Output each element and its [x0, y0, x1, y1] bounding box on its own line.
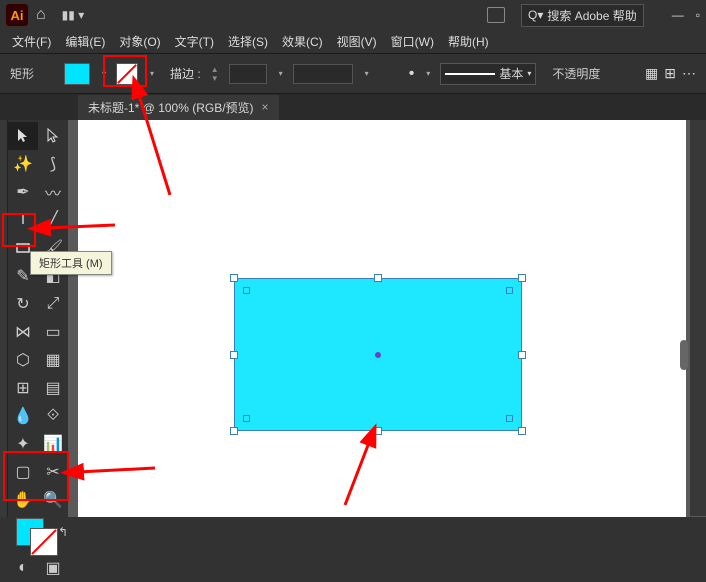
main-area: ✨⟆ ✒〰 T╱ 🖌 ✎◧ ↻⤢ ⋈▭ ⬡▦ ⊞▤ 💧⟐ ✦📊 ▢✂ ✋🔍 ↰ … — [0, 120, 706, 517]
transform-panel-icon[interactable]: ⊞ — [664, 65, 676, 82]
search-box[interactable]: Q▾ 搜索 Adobe 帮助 — [521, 4, 644, 27]
scale-tool[interactable]: ⤢ — [38, 290, 68, 318]
brush-dot-icon[interactable]: • — [409, 65, 415, 83]
brush-dropdown-icon[interactable]: ▾ — [426, 69, 430, 78]
lasso-tool[interactable]: ⟆ — [38, 150, 68, 178]
graphic-style-dropdown[interactable]: 基本 ▾ — [440, 63, 536, 85]
toolbox: ✨⟆ ✒〰 T╱ 🖌 ✎◧ ↻⤢ ⋈▭ ⬡▦ ⊞▤ 💧⟐ ✦📊 ▢✂ ✋🔍 ↰ … — [8, 120, 68, 517]
corner-widget[interactable] — [243, 287, 250, 294]
menu-type[interactable]: 文字(T) — [169, 31, 220, 52]
menu-view[interactable]: 视图(V) — [331, 31, 383, 52]
corner-widget[interactable] — [243, 415, 250, 422]
zoom-tool[interactable]: 🔍 — [38, 486, 68, 514]
app-logo-icon: Ai — [6, 4, 28, 26]
menu-bar: 文件(F) 编辑(E) 对象(O) 文字(T) 选择(S) 效果(C) 视图(V… — [0, 30, 706, 54]
stroke-stepper-icon[interactable]: ▲▼ — [211, 65, 219, 83]
selection-handle[interactable] — [230, 427, 238, 435]
document-tab-label: 未标题-1* @ 100% (RGB/预览) — [88, 99, 254, 116]
line-tool[interactable]: ╱ — [38, 206, 68, 234]
curvature-tool[interactable]: 〰 — [38, 178, 68, 206]
magic-wand-tool[interactable]: ✨ — [8, 150, 38, 178]
selection-handle[interactable] — [374, 274, 382, 282]
home-icon[interactable]: ⌂ — [36, 6, 46, 24]
stroke-style-dropdown-icon[interactable]: ▾ — [365, 69, 369, 78]
stroke-label: 描边 : — [170, 65, 201, 82]
stroke-color-swatch[interactable] — [116, 63, 138, 85]
fill-dropdown-icon[interactable]: ▾ — [102, 69, 106, 78]
selection-tool[interactable] — [8, 122, 38, 150]
menu-object[interactable]: 对象(O) — [113, 31, 166, 52]
minimize-icon[interactable]: — — [672, 8, 684, 22]
stroke-dropdown-icon[interactable]: ▾ — [150, 69, 154, 78]
graph-tool[interactable]: 📊 — [38, 430, 68, 458]
scrollbar-thumb[interactable] — [680, 340, 688, 370]
tool-tooltip: 矩形工具 (M) — [30, 251, 112, 275]
selection-type-label: 矩形 — [10, 65, 34, 82]
rotate-tool[interactable]: ↻ — [8, 290, 38, 318]
title-bar: Ai ⌂ ▮▮ ▾ Q▾ 搜索 Adobe 帮助 — ▫ — [0, 0, 706, 30]
control-bar: 矩形 ▾ ▾ 描边 : ▲▼ ▾ ▾ • ▾ 基本 ▾ 不透明度 ▦ ⊞ ⋯ — [0, 54, 706, 94]
artboard-tool[interactable]: ▢ — [8, 458, 38, 486]
artboard[interactable] — [78, 120, 686, 517]
window-controls: — ▫ — [672, 8, 700, 22]
selection-handle[interactable] — [518, 427, 526, 435]
menu-edit[interactable]: 编辑(E) — [59, 31, 111, 52]
right-panel-strip[interactable] — [690, 120, 706, 516]
fill-stroke-panel[interactable] — [16, 518, 58, 556]
fill-color-swatch[interactable] — [64, 63, 90, 85]
graphic-style-label: 基本 — [499, 65, 523, 82]
stroke-weight-input[interactable] — [229, 64, 267, 84]
document-tab[interactable]: 未标题-1* @ 100% (RGB/预览) × — [78, 95, 279, 120]
selection-handle[interactable] — [230, 274, 238, 282]
symbol-sprayer-tool[interactable]: ✦ — [8, 430, 38, 458]
swap-fill-stroke-icon[interactable]: ↰ — [58, 518, 68, 546]
selection-handle[interactable] — [518, 274, 526, 282]
opacity-label[interactable]: 不透明度 — [552, 65, 600, 82]
mesh-tool[interactable]: ⊞ — [8, 374, 38, 402]
stroke-weight-dropdown-icon[interactable]: ▾ — [279, 69, 283, 78]
selection-handle[interactable] — [518, 351, 526, 359]
width-tool[interactable]: ⋈ — [8, 318, 38, 346]
menu-help[interactable]: 帮助(H) — [442, 31, 495, 52]
hand-tool[interactable]: ✋ — [8, 486, 38, 514]
shape-builder-tool[interactable]: ⬡ — [8, 346, 38, 374]
maximize-icon[interactable]: ▫ — [696, 8, 700, 22]
screen-mode-icon[interactable]: ▣ — [38, 554, 68, 582]
free-transform-tool[interactable]: ▭ — [38, 318, 68, 346]
eyedropper-tool[interactable]: 💧 — [8, 402, 38, 430]
document-setup-icon[interactable] — [487, 7, 505, 23]
corner-widget[interactable] — [506, 287, 513, 294]
close-tab-icon[interactable]: × — [262, 100, 269, 114]
canvas[interactable] — [68, 120, 706, 517]
rectangle-object[interactable] — [234, 278, 522, 431]
stroke-color-large[interactable] — [30, 528, 58, 556]
blend-tool[interactable]: ⟐ — [38, 402, 68, 430]
menu-file[interactable]: 文件(F) — [6, 31, 57, 52]
type-tool[interactable]: T — [8, 206, 38, 234]
menu-select[interactable]: 选择(S) — [222, 31, 274, 52]
layout-icon[interactable]: ▮▮ ▾ — [62, 8, 85, 22]
search-placeholder: 搜索 Adobe 帮助 — [547, 7, 636, 24]
align-panel-icon[interactable]: ▦ — [645, 65, 658, 82]
pen-tool[interactable]: ✒ — [8, 178, 38, 206]
direct-selection-tool[interactable] — [38, 122, 68, 150]
center-point-icon — [375, 352, 381, 358]
menu-window[interactable]: 窗口(W) — [385, 31, 440, 52]
stroke-style-dropdown[interactable] — [293, 64, 353, 84]
more-options-icon[interactable]: ⋯ — [682, 65, 696, 82]
ruler-toggle[interactable] — [0, 120, 8, 517]
menu-effect[interactable]: 效果(C) — [276, 31, 329, 52]
corner-widget[interactable] — [506, 415, 513, 422]
document-tab-bar: 未标题-1* @ 100% (RGB/预览) × — [0, 94, 706, 120]
selection-handle[interactable] — [374, 427, 382, 435]
slice-tool[interactable]: ✂ — [38, 458, 68, 486]
search-icon: Q▾ — [528, 8, 543, 22]
color-mode-icon[interactable]: ◐ — [8, 554, 38, 582]
selection-handle[interactable] — [230, 351, 238, 359]
gradient-tool[interactable]: ▤ — [38, 374, 68, 402]
perspective-tool[interactable]: ▦ — [38, 346, 68, 374]
